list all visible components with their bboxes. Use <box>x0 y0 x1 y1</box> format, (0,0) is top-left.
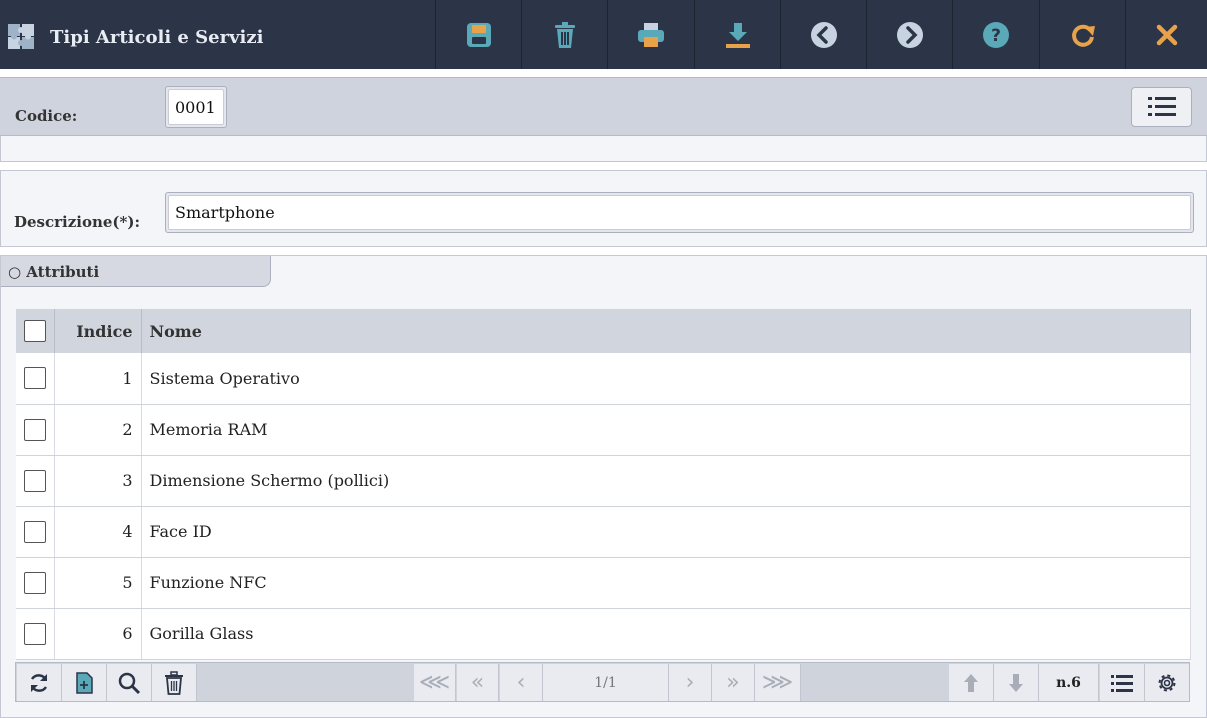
redo-icon <box>1071 24 1095 47</box>
reload-button[interactable] <box>17 664 62 701</box>
table-row[interactable]: 5 Funzione NFC <box>16 557 1191 609</box>
row-checkbox-cell <box>16 455 55 507</box>
row-nome: Face ID <box>141 506 1191 558</box>
row-nome: Dimensione Schermo (pollici) <box>141 455 1191 507</box>
codice-section: Codice: <box>0 77 1207 136</box>
printer-icon <box>637 22 664 47</box>
page-indicator: 1/1 <box>543 664 669 701</box>
attributi-panel: ○ Attributi Indice Nome 1 Sistema Operat… <box>0 255 1207 718</box>
help-icon: ? <box>982 21 1009 48</box>
next-button[interactable] <box>866 0 952 69</box>
last-page-button[interactable]: ⋙ <box>755 664 801 701</box>
row-checkbox-cell <box>16 353 55 405</box>
spacer-row <box>0 136 1207 162</box>
row-checkbox[interactable] <box>23 418 46 441</box>
next-block-button[interactable]: » <box>712 664 755 701</box>
list-icon <box>1147 97 1176 116</box>
close-button[interactable] <box>1125 0 1207 69</box>
chevron-right-icon <box>896 21 923 48</box>
search-icon <box>118 672 141 694</box>
column-header-nome[interactable]: Nome <box>141 309 1191 353</box>
svg-text:?: ? <box>991 26 1001 46</box>
row-nome: Sistema Operativo <box>141 353 1191 405</box>
descrizione-label: Descrizione(*): <box>14 213 140 231</box>
codice-field-wrap <box>165 86 227 128</box>
columns-list-button[interactable] <box>1100 664 1145 701</box>
trash-icon <box>165 670 183 695</box>
arrow-up-icon <box>964 673 978 692</box>
save-button[interactable] <box>435 0 521 69</box>
refresh-button[interactable] <box>1039 0 1125 69</box>
app-title: Tipi Articoli e Servizi <box>50 27 264 48</box>
row-checkbox[interactable] <box>23 520 46 543</box>
row-checkbox-cell <box>16 404 55 456</box>
row-indice: 2 <box>54 404 142 456</box>
row-checkbox-cell <box>16 506 55 558</box>
arrow-down-icon <box>1009 673 1023 692</box>
puzzle-icon <box>8 24 34 49</box>
table-row[interactable]: 3 Dimensione Schermo (pollici) <box>16 455 1191 507</box>
row-indice: 6 <box>54 608 142 660</box>
help-button[interactable]: ? <box>952 0 1038 69</box>
save-icon <box>466 22 491 47</box>
attributi-table: Indice Nome 1 Sistema Operativo 2 Memori… <box>16 309 1191 660</box>
descrizione-section: Descrizione(*): <box>0 170 1207 247</box>
row-indice: 5 <box>54 557 142 609</box>
trash-icon <box>554 21 575 48</box>
download-icon <box>725 22 750 48</box>
settings-button[interactable] <box>1145 664 1189 701</box>
table-row[interactable]: 2 Memoria RAM <box>16 404 1191 456</box>
table-row[interactable]: 4 Face ID <box>16 506 1191 558</box>
top-toolbar: Tipi Articoli e Servizi ? <box>0 0 1207 69</box>
previous-block-button[interactable]: « <box>457 664 499 701</box>
move-up-button[interactable] <box>949 664 994 701</box>
record-count: n.6 <box>1039 664 1099 701</box>
first-page-button[interactable]: ⋘ <box>414 664 456 701</box>
previous-page-button[interactable]: ‹ <box>500 664 543 701</box>
table-row[interactable]: 6 Gorilla Glass <box>16 608 1191 660</box>
move-down-button[interactable] <box>994 664 1039 701</box>
select-all-checkbox[interactable] <box>23 320 46 342</box>
descrizione-input[interactable] <box>168 195 1191 230</box>
row-checkbox[interactable] <box>23 469 46 492</box>
attributi-tab[interactable]: ○ Attributi <box>1 256 271 287</box>
attributi-grid: Indice Nome 1 Sistema Operativo 2 Memori… <box>16 309 1191 660</box>
codice-input[interactable] <box>168 89 224 125</box>
row-nome: Gorilla Glass <box>141 608 1191 660</box>
gear-icon <box>1158 674 1176 691</box>
list-icon <box>1111 674 1133 692</box>
row-indice: 4 <box>54 506 142 558</box>
new-document-icon <box>76 671 93 694</box>
table-header-row: Indice Nome <box>16 309 1191 353</box>
previous-button[interactable] <box>780 0 866 69</box>
print-button[interactable] <box>607 0 693 69</box>
search-button[interactable] <box>107 664 152 701</box>
codice-label: Codice: <box>15 107 78 125</box>
select-all-cell <box>16 309 55 353</box>
table-row[interactable]: 1 Sistema Operativo <box>16 353 1191 405</box>
row-indice: 3 <box>54 455 142 507</box>
download-button[interactable] <box>694 0 780 69</box>
row-checkbox-cell <box>16 608 55 660</box>
row-indice: 1 <box>54 353 142 405</box>
row-nome: Memoria RAM <box>141 404 1191 456</box>
chevron-left-icon <box>810 21 837 48</box>
descrizione-field-wrap <box>165 192 1194 233</box>
row-nome: Funzione NFC <box>141 557 1191 609</box>
grid-pager: ⋘ « ‹ 1/1 › » ⋙ n.6 <box>15 662 1190 702</box>
close-icon <box>1156 24 1177 45</box>
add-row-button[interactable] <box>62 664 107 701</box>
attributi-tab-label: ○ Attributi <box>8 263 100 281</box>
next-page-button[interactable]: › <box>669 664 712 701</box>
column-header-indice[interactable]: Indice <box>54 309 142 353</box>
row-checkbox[interactable] <box>23 571 46 594</box>
row-checkbox-cell <box>16 557 55 609</box>
refresh-icon <box>30 673 48 692</box>
row-checkbox[interactable] <box>23 622 46 645</box>
delete-row-button[interactable] <box>152 664 197 701</box>
list-view-button[interactable] <box>1131 87 1192 127</box>
delete-button[interactable] <box>521 0 607 69</box>
row-checkbox[interactable] <box>23 367 46 390</box>
